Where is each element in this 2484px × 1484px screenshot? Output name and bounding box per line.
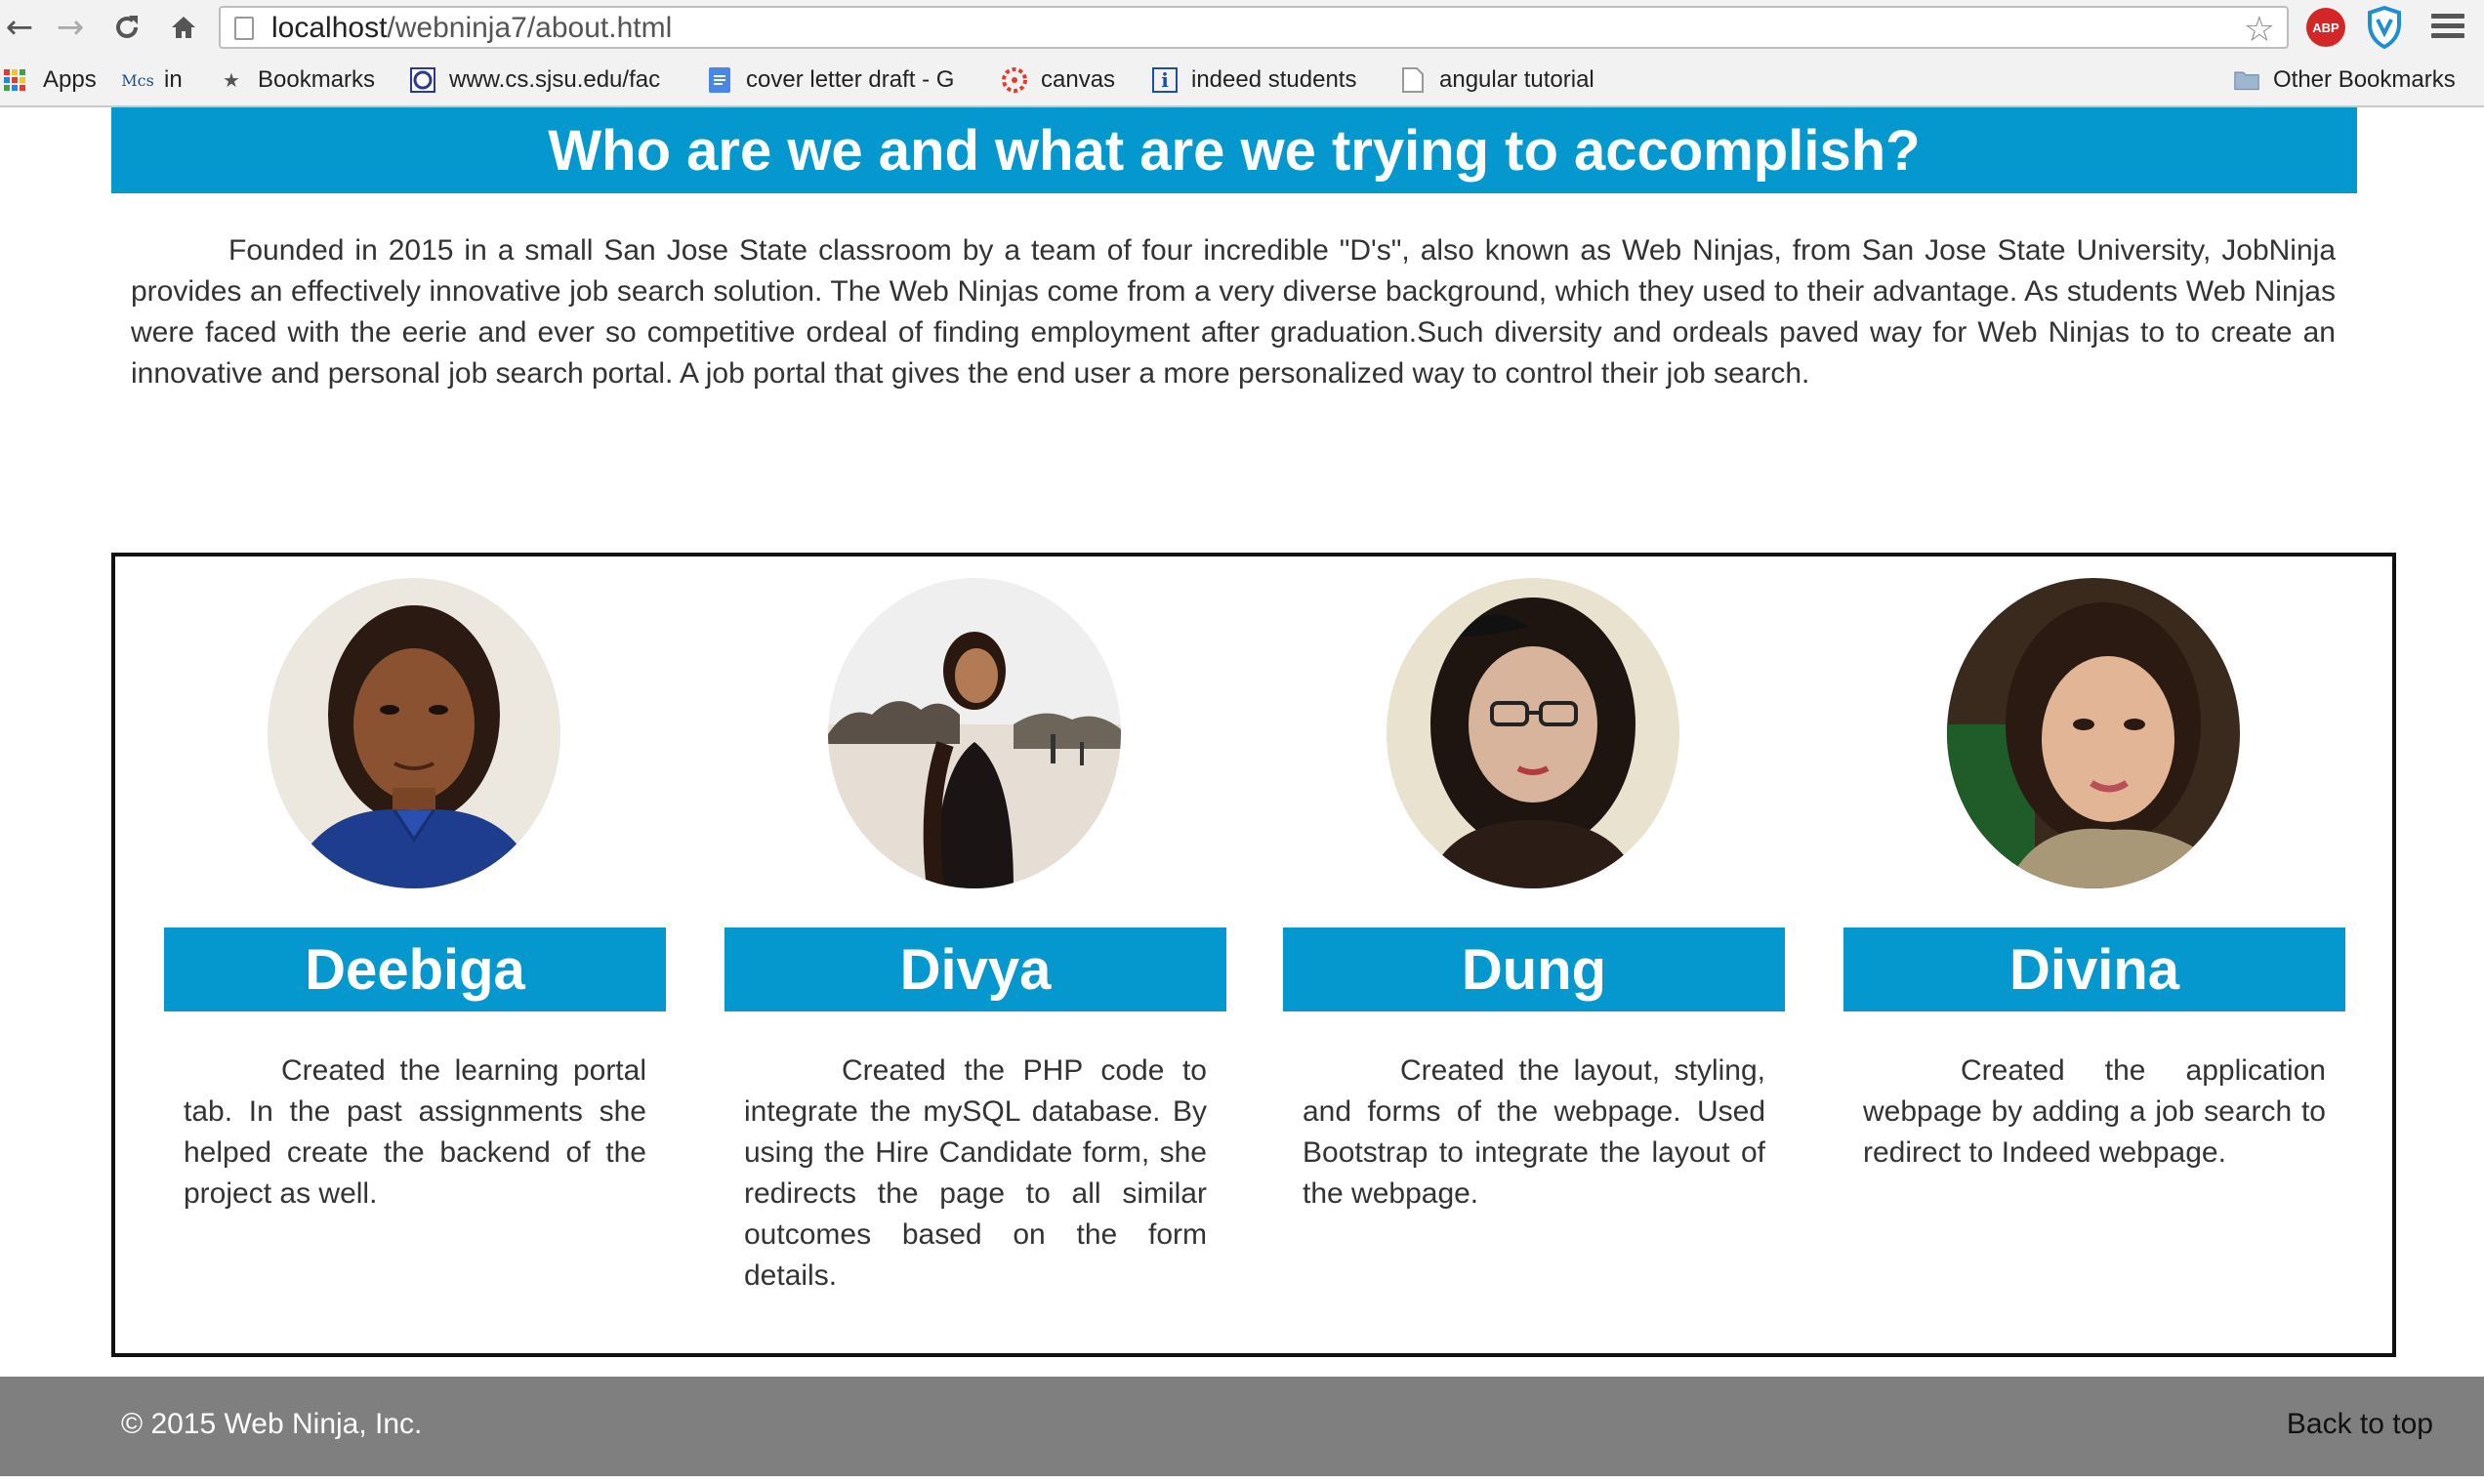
- member-card-divina: Divina Created the application webpage b…: [1843, 556, 2345, 1357]
- indeed-icon: i: [1152, 67, 1178, 93]
- bookmark-apps[interactable]: Apps: [4, 62, 97, 98]
- page-icon: [234, 17, 254, 40]
- address-bar[interactable]: localhost/webninja7/about.html ☆: [219, 6, 2289, 50]
- member-description: Created the PHP code to integrate the my…: [744, 1054, 1207, 1292]
- bookmark-cover-letter[interactable]: cover letter draft - G: [707, 62, 954, 98]
- member-name: Divya: [724, 928, 1226, 1011]
- avatar: [1947, 578, 2240, 888]
- back-to-top-link[interactable]: Back to top: [2287, 1408, 2433, 1441]
- bookmark-sjsu[interactable]: www.cs.sjsu.edu/fac: [410, 62, 660, 98]
- member-name: Dung: [1283, 928, 1785, 1011]
- star-icon: ★: [223, 68, 240, 92]
- bookmark-indeed-students[interactable]: i indeed students: [1152, 62, 1356, 98]
- adblock-plus-icon[interactable]: ABP: [2306, 8, 2345, 47]
- apps-grid-icon: [4, 67, 29, 93]
- browser-menu-icon[interactable]: [2431, 10, 2464, 45]
- member-name: Divina: [1843, 928, 2345, 1011]
- team-section: Deebiga Created the learning portal tab.…: [111, 553, 2396, 1357]
- intro-paragraph: Founded in 2015 in a small San Jose Stat…: [131, 234, 2336, 390]
- member-description: Created the layout, styling, and forms o…: [1303, 1054, 1765, 1210]
- mcs-icon: Mcs: [121, 70, 154, 90]
- avatar: [268, 578, 560, 888]
- bookmark-star-icon[interactable]: ☆: [2244, 10, 2275, 50]
- member-description: Created the application webpage by addin…: [1863, 1054, 2326, 1169]
- canvas-icon: [1002, 67, 1027, 93]
- bookmarks-bar: Apps Mcs in ★ Bookmarks www.cs.sjsu.edu/…: [0, 55, 2484, 107]
- member-card-divya: Divya Created the PHP code to integrate …: [724, 556, 1226, 1357]
- bookmark-angular-tutorial[interactable]: angular tutorial: [1400, 62, 1594, 98]
- footer: © 2015 Web Ninja, Inc. Back to top: [0, 1377, 2484, 1476]
- page-icon: [1400, 67, 1426, 93]
- member-card-dung: Dung Created the layout, styling, and fo…: [1283, 556, 1785, 1357]
- member-description: Created the learning portal tab. In the …: [184, 1054, 646, 1210]
- bookmark-in[interactable]: Mcs in: [121, 62, 182, 98]
- bookmark-canvas[interactable]: canvas: [1002, 62, 1115, 98]
- forward-arrow-icon[interactable]: →: [51, 6, 90, 49]
- docs-icon: [707, 67, 732, 93]
- avatar: [828, 578, 1121, 888]
- avatar: [1387, 578, 1679, 888]
- sjsu-icon: [410, 67, 435, 93]
- bookmark-bookmarks[interactable]: ★ Bookmarks: [219, 62, 375, 98]
- folder-icon: [2234, 67, 2259, 93]
- copyright-text: © 2015 Web Ninja, Inc.: [121, 1408, 423, 1440]
- member-name: Deebiga: [164, 928, 666, 1011]
- member-card-deebiga: Deebiga Created the learning portal tab.…: [164, 556, 666, 1357]
- back-arrow-icon[interactable]: ←: [0, 6, 39, 49]
- shield-extension-icon[interactable]: [2367, 5, 2402, 50]
- browser-toolbar: ← → localhost/webninja7/about.html ☆ ABP: [0, 0, 2484, 55]
- bookmark-other-bookmarks[interactable]: Other Bookmarks: [2234, 62, 2456, 98]
- url-text: localhost/webninja7/about.html: [271, 12, 673, 44]
- page-title: Who are we and what are we trying to acc…: [111, 107, 2357, 193]
- reload-icon[interactable]: [107, 6, 146, 49]
- home-icon[interactable]: [164, 6, 203, 49]
